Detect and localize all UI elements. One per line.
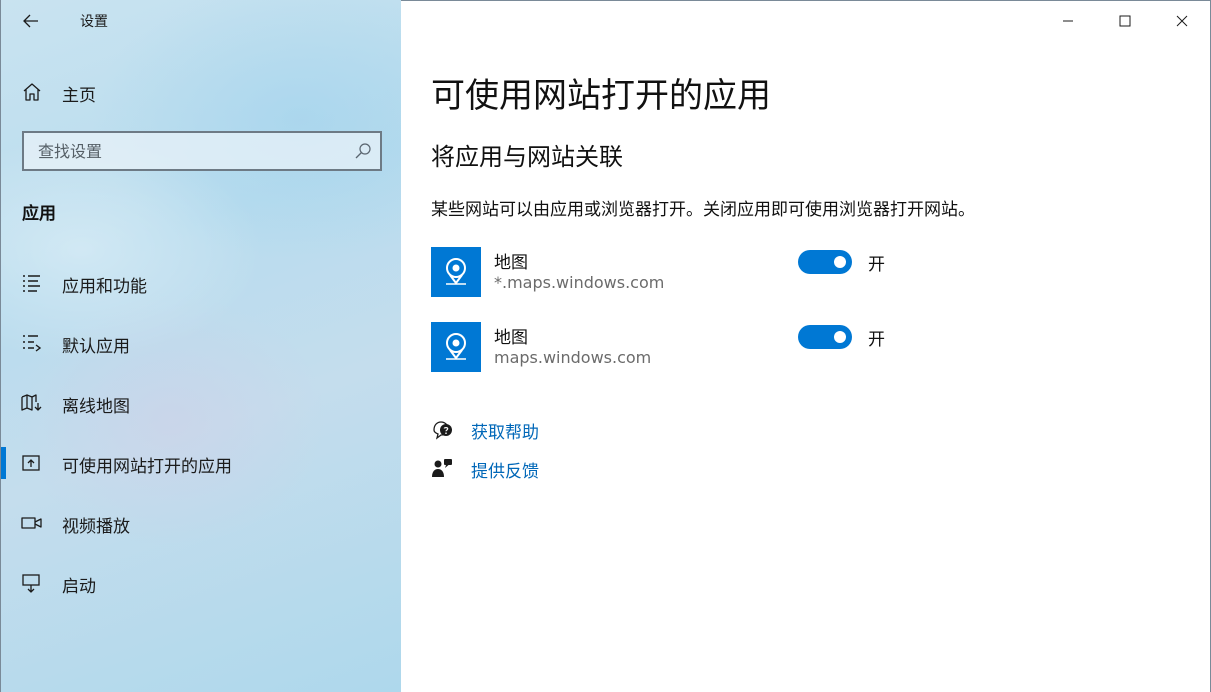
minimize-icon [1062, 20, 1073, 22]
minimize-button[interactable] [1039, 1, 1096, 41]
sidebar-item-label: 默认应用 [62, 337, 130, 357]
description-text: 某些网站可以由应用或浏览器打开。关闭应用即可使用浏览器打开网站。 [431, 200, 975, 220]
sidebar-item-apps-features[interactable]: 应用和功能 [1, 261, 402, 305]
active-indicator [1, 447, 6, 479]
sidebar-item-startup[interactable]: 启动 [1, 561, 402, 605]
sidebar-item-apps-for-websites[interactable]: 可使用网站打开的应用 [1, 441, 402, 485]
back-button[interactable] [15, 6, 47, 36]
sidebar: 设置 主页 应用 [0, 0, 401, 692]
page-title: 可使用网站打开的应用 [431, 76, 771, 116]
back-arrow-icon [23, 14, 38, 28]
section-title: 应用 [22, 204, 56, 224]
get-help-link-row[interactable]: 获取帮助 [431, 417, 731, 443]
offline-maps-icon [21, 393, 43, 413]
toggle-state-label: 开 [868, 255, 885, 275]
app-name: 地图 [494, 328, 528, 348]
sidebar-item-label: 启动 [62, 577, 96, 597]
home-icon [22, 82, 44, 104]
sidebar-item-default-apps[interactable]: 默认应用 [1, 321, 402, 365]
search-box [22, 131, 382, 171]
get-help-link[interactable]: 获取帮助 [471, 418, 539, 443]
toggle-knob [834, 331, 846, 343]
window-controls [1039, 1, 1210, 41]
app-website-toggle[interactable] [798, 250, 852, 274]
video-playback-icon [21, 513, 43, 533]
get-help-icon [431, 418, 453, 440]
app-title: 设置 [80, 14, 108, 30]
app-url: maps.windows.com [494, 348, 652, 367]
maps-app-icon [431, 247, 481, 297]
app-website-toggle[interactable] [798, 325, 852, 349]
maximize-icon [1119, 15, 1130, 27]
sidebar-item-offline-maps[interactable]: 离线地图 [1, 381, 402, 425]
sidebar-item-label: 应用和功能 [62, 277, 147, 297]
app-row: 地图 maps.windows.com 开 [431, 322, 1031, 374]
app-name: 地图 [494, 253, 528, 273]
section-subtitle: 将应用与网站关联 [431, 143, 623, 171]
sidebar-item-label: 主页 [62, 86, 96, 106]
sidebar-item-label: 可使用网站打开的应用 [62, 457, 232, 477]
toggle-knob [834, 256, 846, 268]
main-content: 可使用网站打开的应用 将应用与网站关联 某些网站可以由应用或浏览器打开。关闭应用… [401, 0, 1211, 692]
sidebar-item-label: 离线地图 [62, 397, 130, 417]
maps-app-icon [431, 322, 481, 372]
toggle-state-label: 开 [868, 330, 885, 350]
maximize-button[interactable] [1096, 1, 1153, 41]
close-icon [1176, 15, 1187, 27]
close-button[interactable] [1153, 1, 1210, 41]
sidebar-item-label: 视频播放 [62, 517, 130, 537]
search-input[interactable] [24, 133, 358, 169]
feedback-link[interactable]: 提供反馈 [471, 457, 539, 482]
feedback-icon [431, 457, 453, 479]
startup-icon [21, 573, 43, 593]
app-url: *.maps.windows.com [494, 273, 665, 292]
settings-window: 设置 主页 应用 [0, 0, 1211, 692]
search-icon[interactable] [354, 142, 372, 160]
sidebar-item-home[interactable]: 主页 [1, 72, 402, 112]
app-row: 地图 *.maps.windows.com 开 [431, 247, 1031, 299]
apps-for-websites-icon [21, 453, 43, 473]
apps-features-icon [21, 273, 43, 293]
default-apps-icon [21, 333, 43, 353]
sidebar-item-video-playback[interactable]: 视频播放 [1, 501, 402, 545]
feedback-link-row[interactable]: 提供反馈 [431, 456, 731, 482]
